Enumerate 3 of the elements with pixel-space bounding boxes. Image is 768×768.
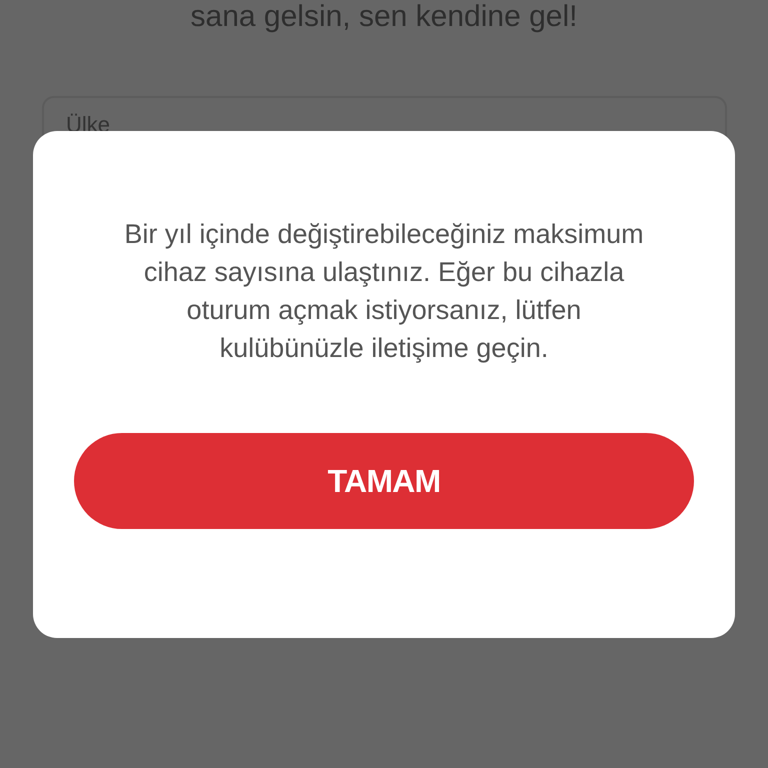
ok-button[interactable]: TAMAM — [74, 433, 694, 529]
tagline: sana gelsin, sen kendine gel! — [190, 0, 578, 34]
dialog-message: Bir yıl içinde değiştirebileceğiniz maksimum cihaz sayısına ulaştınız. Eğer bu cihazla oturum açmak istiyorsanız, lütfen kulübünüzle iletişime geçin. — [123, 218, 645, 365]
